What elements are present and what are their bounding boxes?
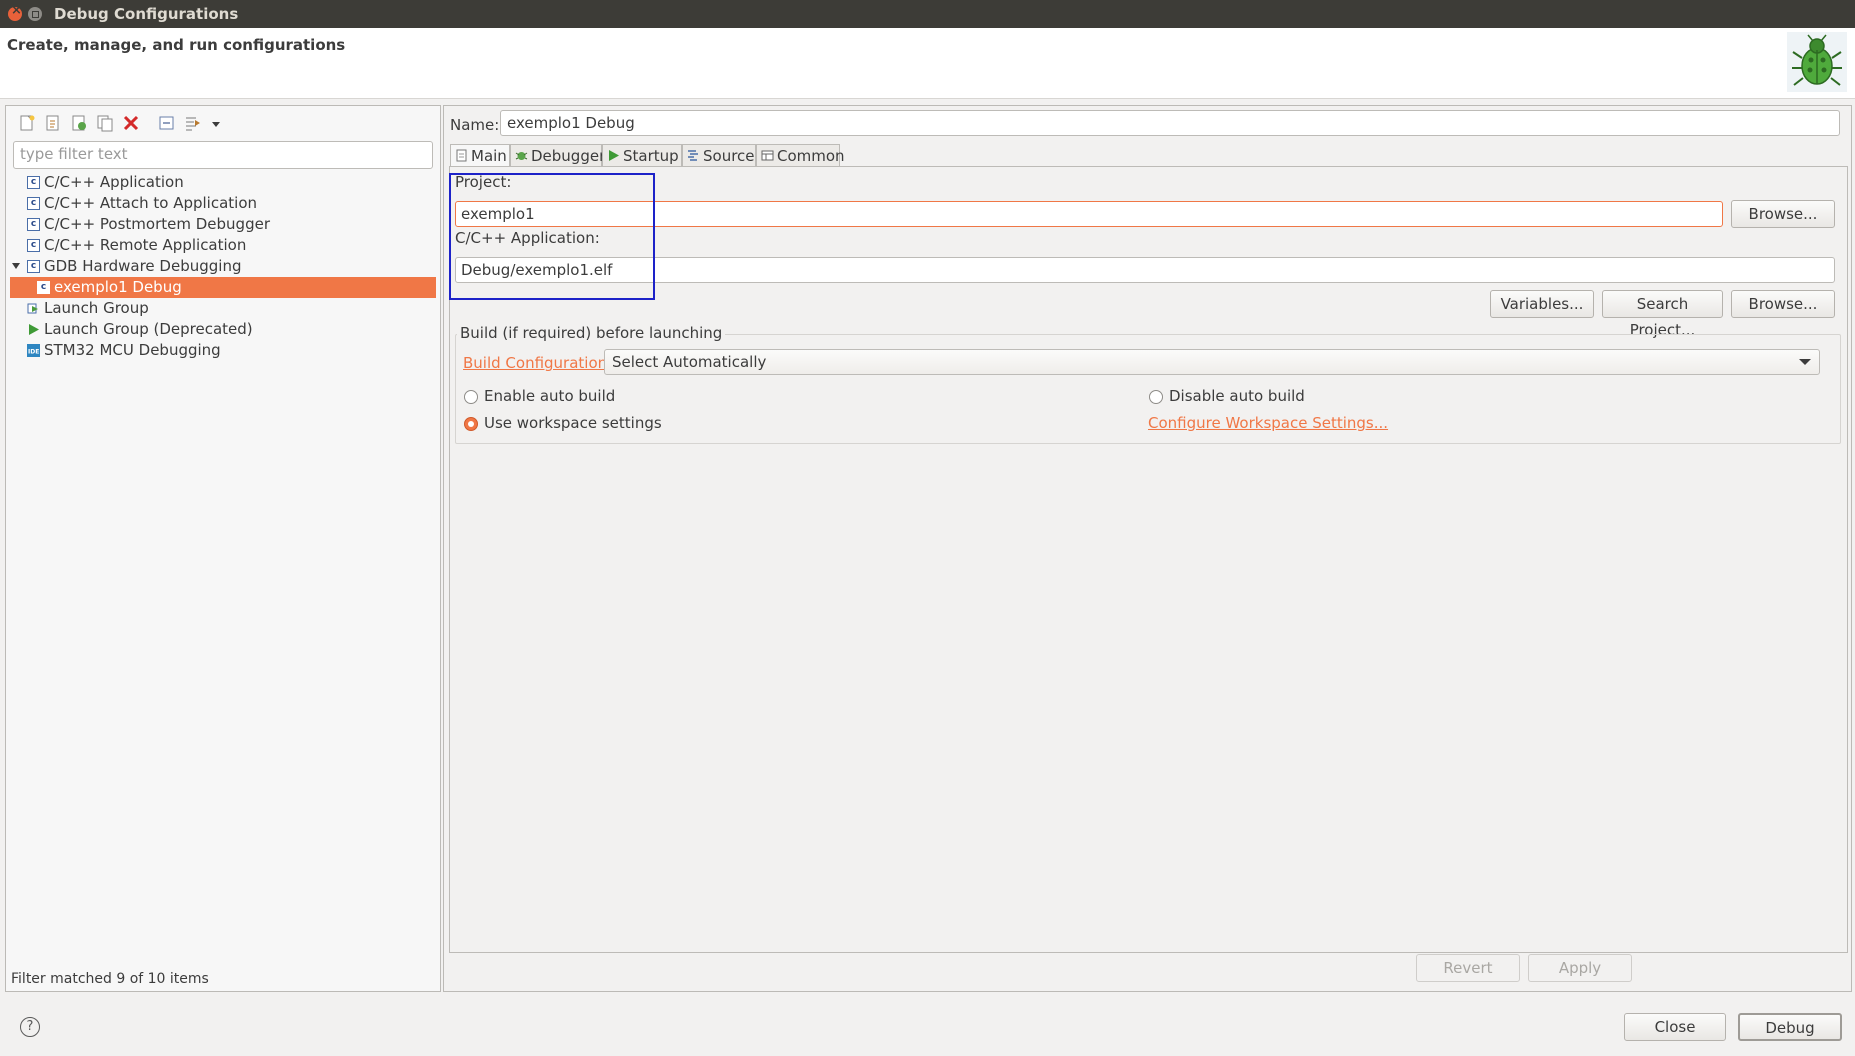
window-title: Debug Configurations bbox=[54, 5, 239, 23]
debugger-icon bbox=[515, 152, 528, 160]
help-icon[interactable]: ? bbox=[20, 1017, 40, 1037]
tab-label: Common bbox=[777, 147, 845, 165]
tab-label: Source bbox=[703, 147, 755, 165]
debug-button[interactable]: Debug bbox=[1738, 1013, 1842, 1041]
name-input[interactable]: exemplo1 Debug bbox=[500, 110, 1840, 136]
disable-auto-build-radio[interactable] bbox=[1149, 390, 1163, 404]
browse-project-button[interactable]: Browse... bbox=[1731, 200, 1835, 228]
c-icon: c bbox=[27, 239, 40, 252]
project-label: Project: bbox=[455, 173, 512, 191]
tree-item-cpp-attach[interactable]: c C/C++ Attach to Application bbox=[10, 193, 436, 214]
build-configuration-select[interactable]: Select Automatically bbox=[604, 349, 1820, 375]
dialog-header: Create, manage, and run configurations bbox=[0, 28, 1855, 99]
tree-item-stm32[interactable]: IDE STM32 MCU Debugging bbox=[10, 340, 436, 361]
variables-button[interactable]: Variables... bbox=[1490, 290, 1594, 318]
configuration-editor-panel: Name: exemplo1 Debug Main Debugger Start… bbox=[443, 105, 1852, 992]
apply-button[interactable]: Apply bbox=[1528, 954, 1632, 982]
cpp-application-input[interactable]: Debug/exemplo1.elf bbox=[455, 257, 1835, 283]
configuration-tree: c C/C++ Application c C/C++ Attach to Ap… bbox=[10, 172, 436, 361]
filter-input[interactable] bbox=[14, 142, 426, 166]
tab-source[interactable]: Source bbox=[682, 144, 756, 166]
tab-label: Startup bbox=[623, 147, 679, 165]
tree-item-label: GDB Hardware Debugging bbox=[44, 257, 242, 275]
tab-label: Debugger bbox=[531, 147, 606, 165]
play-icon bbox=[29, 324, 39, 335]
c-icon: c bbox=[27, 260, 40, 273]
tab-debugger[interactable]: Debugger bbox=[510, 144, 606, 166]
tab-startup[interactable]: Startup bbox=[602, 144, 682, 166]
enable-auto-build-radio[interactable] bbox=[464, 390, 478, 404]
new-config-icon[interactable] bbox=[18, 114, 36, 132]
window-titlebar: Debug Configurations bbox=[0, 0, 1855, 28]
build-before-launch-group: Build (if required) before launching Bui… bbox=[455, 324, 1841, 444]
build-configuration-value: Select Automatically bbox=[612, 353, 767, 371]
filter-status: Filter matched 9 of 10 items bbox=[11, 971, 209, 987]
search-project-button[interactable]: Search Project... bbox=[1602, 290, 1723, 339]
filter-icon[interactable] bbox=[184, 114, 202, 132]
source-icon bbox=[688, 150, 698, 161]
tree-item-launch-group-deprecated[interactable]: Launch Group (Deprecated) bbox=[10, 319, 436, 340]
document-icon bbox=[456, 149, 467, 162]
cpp-application-label: C/C++ Application: bbox=[455, 229, 600, 247]
build-configuration-link[interactable]: Build Configuration: bbox=[463, 354, 612, 372]
browse-application-button[interactable]: Browse... bbox=[1731, 290, 1835, 318]
tree-item-cpp-application[interactable]: c C/C++ Application bbox=[10, 172, 436, 193]
tree-item-label: C/C++ Attach to Application bbox=[44, 194, 258, 212]
c-icon: c bbox=[37, 281, 50, 294]
window-close-button[interactable] bbox=[8, 3, 22, 21]
configuration-list-panel: c C/C++ Application c C/C++ Attach to Ap… bbox=[5, 105, 441, 992]
tree-item-label: STM32 MCU Debugging bbox=[44, 341, 221, 359]
tree-item-label: Launch Group (Deprecated) bbox=[44, 320, 253, 338]
tree-item-gdb-hardware[interactable]: c GDB Hardware Debugging bbox=[10, 256, 436, 277]
enable-auto-build-label: Enable auto build bbox=[484, 387, 616, 405]
name-label: Name: bbox=[450, 116, 500, 134]
common-icon bbox=[761, 150, 774, 161]
tab-main[interactable]: Main bbox=[450, 144, 510, 166]
delete-icon[interactable] bbox=[122, 114, 140, 132]
close-button[interactable]: Close bbox=[1624, 1013, 1726, 1041]
export-icon[interactable] bbox=[70, 114, 88, 132]
project-input[interactable]: exemplo1 bbox=[455, 201, 1723, 227]
c-icon: c bbox=[27, 176, 40, 189]
toolbar-dropdown-arrow-icon[interactable] bbox=[212, 122, 220, 127]
play-icon bbox=[609, 150, 619, 161]
use-workspace-settings-label: Use workspace settings bbox=[484, 414, 662, 432]
tree-item-label: C/C++ Postmortem Debugger bbox=[44, 215, 270, 233]
disable-auto-build-label: Disable auto build bbox=[1169, 387, 1305, 405]
tree-item-cpp-postmortem[interactable]: c C/C++ Postmortem Debugger bbox=[10, 214, 436, 235]
tab-label: Main bbox=[471, 147, 507, 165]
svg-text:IDE: IDE bbox=[28, 349, 39, 356]
copy-icon[interactable] bbox=[96, 114, 114, 132]
tab-common[interactable]: Common bbox=[756, 144, 845, 166]
tree-item-label: C/C++ Application bbox=[44, 173, 184, 191]
launch-group-icon bbox=[27, 303, 38, 314]
configure-workspace-settings-link[interactable]: Configure Workspace Settings... bbox=[1148, 414, 1388, 432]
tree-item-cpp-remote[interactable]: c C/C++ Remote Application bbox=[10, 235, 436, 256]
revert-button[interactable]: Revert bbox=[1416, 954, 1520, 982]
tree-item-label: exemplo1 Debug bbox=[54, 278, 182, 296]
collapse-all-icon[interactable] bbox=[158, 114, 176, 132]
main-tab-content: Project: exemplo1 Browse... C/C++ Applic… bbox=[449, 166, 1848, 953]
expand-arrow-icon[interactable] bbox=[12, 263, 20, 269]
tree-item-exemplo1-debug[interactable]: c exemplo1 Debug bbox=[10, 277, 436, 298]
header-description: Create, manage, and run configurations bbox=[7, 36, 346, 54]
use-workspace-settings-radio[interactable] bbox=[464, 417, 478, 431]
window-minimize-button[interactable] bbox=[28, 7, 42, 21]
duplicate-icon[interactable] bbox=[44, 114, 62, 132]
build-group-title: Build (if required) before launching bbox=[457, 324, 726, 342]
tree-item-label: C/C++ Remote Application bbox=[44, 236, 247, 254]
tree-item-label: Launch Group bbox=[44, 299, 149, 317]
c-icon: c bbox=[27, 218, 40, 231]
c-icon: c bbox=[27, 197, 40, 210]
chevron-down-icon bbox=[1799, 359, 1811, 365]
tree-item-launch-group[interactable]: Launch Group bbox=[10, 298, 436, 319]
filter-input-box[interactable] bbox=[13, 141, 433, 169]
ide-icon: IDE bbox=[27, 344, 40, 357]
debug-bug-icon bbox=[1787, 32, 1847, 92]
